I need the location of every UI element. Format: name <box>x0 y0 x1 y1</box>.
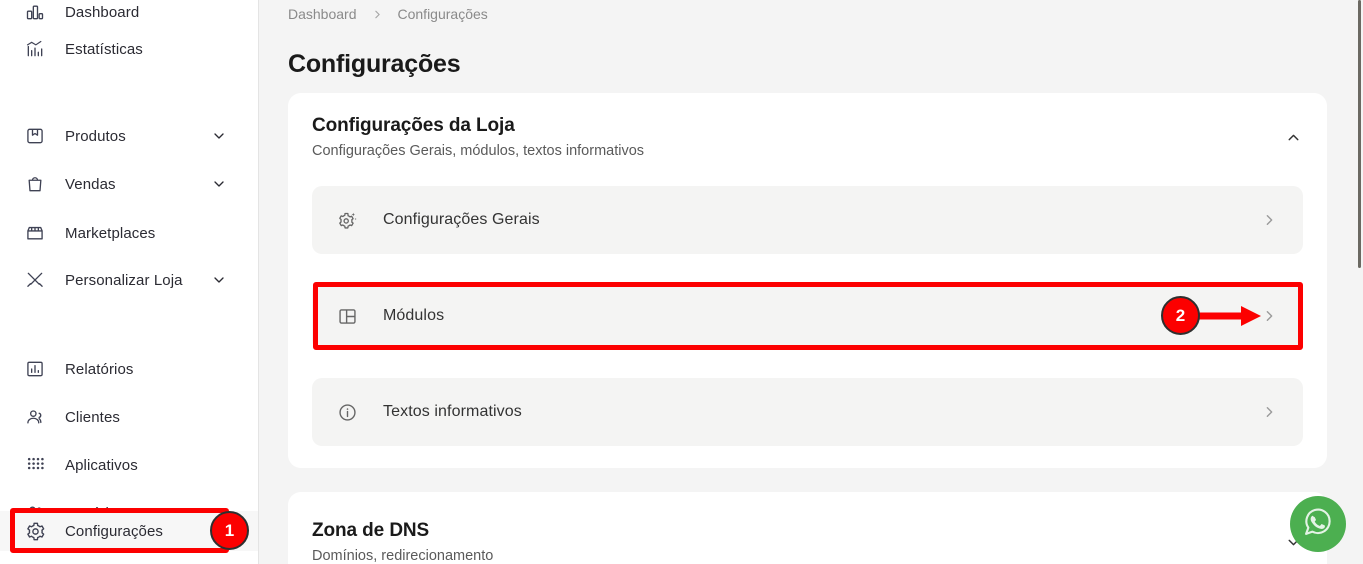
line-chart-icon <box>24 38 46 60</box>
sidebar-item-personalizar-loja[interactable]: Personalizar Loja <box>0 260 258 300</box>
whatsapp-button[interactable] <box>1290 496 1346 552</box>
page-title: Configurações <box>288 49 461 78</box>
sidebar-item-aplicativos[interactable]: Aplicativos <box>0 445 258 485</box>
breadcrumb-configuracoes[interactable]: Configurações <box>398 6 488 22</box>
storefront-icon <box>24 222 46 244</box>
sidebar-item-label: Aplicativos <box>65 456 138 474</box>
breadcrumb: Dashboard Configurações <box>288 6 488 22</box>
card-title: Zona de DNS <box>312 520 430 541</box>
sidebar-item-label: Marketplaces <box>65 224 156 242</box>
grid-dots-icon <box>24 454 46 476</box>
chevron-right-icon[interactable] <box>1261 308 1278 325</box>
sidebar-item-marketplaces[interactable]: Marketplaces <box>0 213 258 253</box>
annotation-badge-1: 1 <box>210 511 249 550</box>
layout-panel-icon <box>335 304 359 328</box>
sidebar-item-label: Configurações <box>65 522 164 540</box>
gear-icon <box>24 520 46 542</box>
chevron-down-icon[interactable] <box>211 128 227 144</box>
sidebar-item-vendas[interactable]: Vendas <box>0 164 258 204</box>
chevron-down-icon[interactable] <box>211 176 227 192</box>
card-subtitle: Domínios, redirecionamento <box>312 548 494 564</box>
card-configuracoes-da-loja: Configurações da Loja Configurações Gera… <box>288 93 1327 468</box>
chevron-right-icon <box>371 8 384 21</box>
app-root: Dashboard Estatísticas Produtos Vendas M… <box>0 0 1363 564</box>
sidebar-item-label: Vendas <box>65 175 116 193</box>
sidebar-item-produtos[interactable]: Produtos <box>0 116 258 156</box>
report-chart-icon <box>24 358 46 380</box>
card-zona-de-dns: Zona de DNS Domínios, redirecionamento <box>288 492 1327 564</box>
brush-tools-icon <box>24 269 46 291</box>
card-title: Configurações da Loja <box>312 115 515 136</box>
sidebar-item-label: Relatórios <box>65 360 134 378</box>
sidebar-item-clientes[interactable]: Clientes <box>0 397 258 437</box>
sidebar: Dashboard Estatísticas Produtos Vendas M… <box>0 0 259 564</box>
row-configuracoes-gerais[interactable]: Configurações Gerais <box>312 186 1303 254</box>
chevron-right-icon[interactable] <box>1261 404 1278 421</box>
main-content: Dashboard Configurações Configurações Co… <box>260 0 1363 564</box>
sidebar-item-relatorios[interactable]: Relatórios <box>0 349 258 389</box>
sidebar-item-label: Produtos <box>65 127 126 145</box>
sidebar-item-label: Estatísticas <box>65 40 143 58</box>
whatsapp-icon <box>1301 505 1335 544</box>
sidebar-item-label: Personalizar Loja <box>65 271 183 289</box>
row-label: Textos informativos <box>383 403 522 420</box>
info-circle-icon <box>335 400 359 424</box>
users-icon <box>24 406 46 428</box>
card-subtitle: Configurações Gerais, módulos, textos in… <box>312 143 645 159</box>
chart-bars-icon <box>24 1 46 23</box>
sidebar-item-estatisticas[interactable]: Estatísticas <box>0 29 258 69</box>
chevron-up-icon[interactable] <box>1281 125 1305 149</box>
shopping-bag-icon <box>24 173 46 195</box>
scrollbar-thumb[interactable] <box>1358 0 1361 268</box>
row-label: Módulos <box>383 307 445 324</box>
box-icon <box>24 125 46 147</box>
annotation-badge-2: 2 <box>1161 296 1200 335</box>
sidebar-item-label: Clientes <box>65 408 120 426</box>
row-label: Configurações Gerais <box>383 211 540 228</box>
sidebar-item-dashboard[interactable]: Dashboard <box>0 0 258 32</box>
gear-sparkle-icon <box>335 208 359 232</box>
chevron-down-icon[interactable] <box>211 272 227 288</box>
row-modulos[interactable]: Módulos <box>312 282 1303 350</box>
breadcrumb-dashboard[interactable]: Dashboard <box>288 6 357 22</box>
chevron-right-icon[interactable] <box>1261 212 1278 229</box>
sidebar-item-label: Dashboard <box>65 3 140 21</box>
row-textos-informativos[interactable]: Textos informativos <box>312 378 1303 446</box>
